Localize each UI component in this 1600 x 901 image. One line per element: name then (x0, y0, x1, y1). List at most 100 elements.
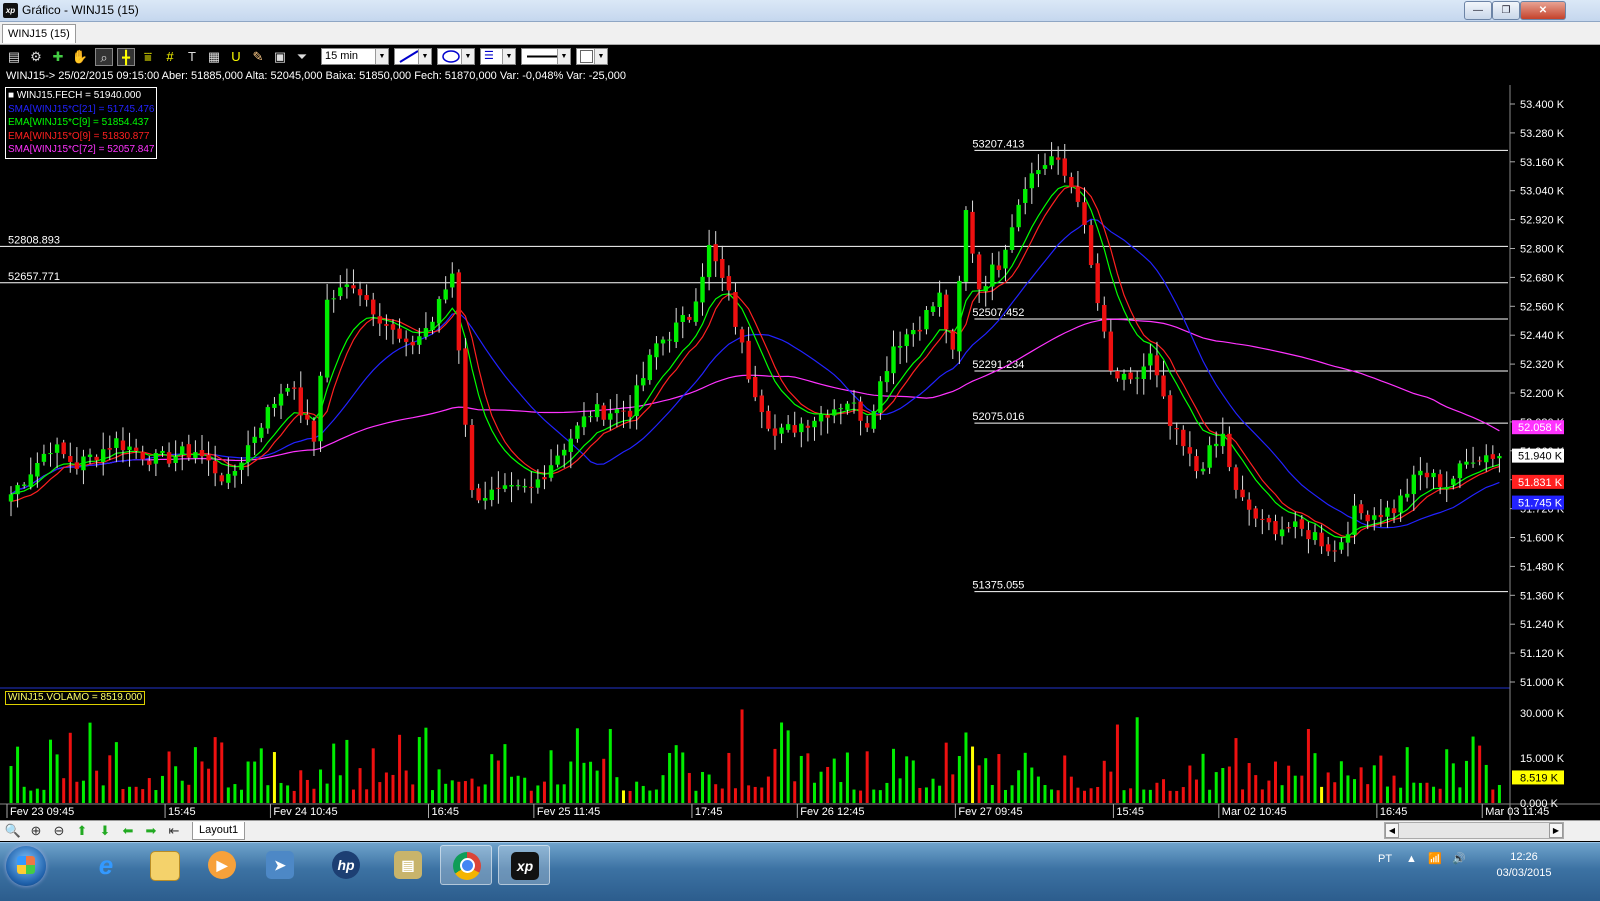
arrow-left-icon[interactable]: ⬅ (119, 822, 137, 840)
minimize-button[interactable]: — (1464, 1, 1492, 20)
volume-bar (971, 746, 975, 803)
zoom-out-icon[interactable]: ⊖ (50, 822, 68, 840)
price-tick-label: 52.320 K (1520, 359, 1565, 371)
horizontal-scrollbar[interactable]: ◀ ▶ (1384, 822, 1564, 839)
interval-select[interactable]: 15 min ▼ (321, 48, 389, 65)
horizontal-line-icon[interactable]: ⩸ (139, 48, 157, 66)
candle (1411, 474, 1416, 495)
line-width-select[interactable]: ▼ (521, 48, 571, 65)
volume-bar (641, 785, 645, 803)
candle (371, 299, 376, 315)
volume-bar (22, 786, 26, 803)
hand-pan-icon[interactable]: ✋ (71, 48, 89, 66)
color-select[interactable]: ▼ (576, 48, 608, 65)
candle (1273, 521, 1278, 535)
volume-bar (1043, 785, 1047, 803)
volume-bar (1333, 782, 1337, 803)
candle (680, 315, 685, 322)
brush-icon[interactable]: ✎ (249, 48, 267, 66)
time-tick-label: Fev 27 09:45 (958, 806, 1022, 818)
taskbar-archive-app[interactable]: ▤ (382, 845, 434, 885)
candle (298, 387, 303, 416)
scroll-right-icon[interactable]: ▶ (1549, 823, 1563, 838)
layout-tab[interactable]: Layout1 (192, 822, 246, 840)
zoom-in-icon[interactable]: ⊕ (27, 822, 45, 840)
maximize-button[interactable]: ❐ (1492, 1, 1520, 20)
level-label: 53207.413 (972, 138, 1024, 150)
text-tool-icon[interactable]: T (183, 48, 201, 66)
volume-bar (1458, 787, 1462, 803)
line-tool-select[interactable]: ▼ (394, 48, 432, 65)
zoom-glass-icon[interactable]: 🔍 (4, 822, 22, 840)
candle (647, 354, 653, 381)
taskbar-xp-investimentos[interactable]: xp (498, 845, 550, 885)
candle (542, 477, 547, 480)
candle (976, 254, 982, 290)
filter-icon[interactable]: ⏷ (293, 48, 311, 66)
shape-tool-select[interactable]: ▼ (437, 48, 475, 65)
volume-legend: WINJ15.VOLAMO = 8519.000 (5, 691, 146, 705)
candle (1385, 507, 1390, 517)
chart-type-icon[interactable]: ▤ (5, 48, 23, 66)
candle (1484, 455, 1489, 463)
volume-bar (589, 761, 593, 803)
volume-bar (1280, 785, 1284, 803)
taskbar-network-app[interactable]: ➤ (254, 845, 306, 885)
zoom-icon[interactable]: ⌕ (95, 48, 113, 66)
candle (74, 462, 80, 469)
candle (509, 485, 514, 487)
candle (1088, 225, 1094, 266)
cursor-cross-icon[interactable]: ╋ (117, 48, 135, 66)
arrow-left-end-icon[interactable]: ⇤ (165, 822, 183, 840)
volume-bar (1076, 787, 1080, 803)
magnet-icon[interactable]: U (227, 48, 245, 66)
price-chart[interactable]: 53207.41352808.89352657.77152507.4525229… (0, 85, 1600, 820)
network-signal-icon[interactable]: 📶 (1428, 852, 1442, 865)
grid-icon[interactable]: # (161, 48, 179, 66)
candle (114, 438, 119, 448)
candle (1009, 227, 1015, 250)
volume-bar (951, 774, 955, 803)
volume-bar (536, 785, 540, 803)
start-button[interactable] (6, 846, 46, 886)
arrow-down-icon[interactable]: ⬇ (96, 822, 114, 840)
show-hidden-icons-icon[interactable]: ▲ (1406, 853, 1417, 865)
scroll-left-icon[interactable]: ◀ (1385, 823, 1399, 838)
volume-icon[interactable]: 🔊 (1452, 852, 1466, 865)
volume-bar (75, 781, 79, 803)
calculator-icon[interactable]: ▦ (205, 48, 223, 66)
volume-bar (496, 760, 500, 803)
taskbar-file-explorer[interactable] (138, 845, 190, 885)
close-button[interactable]: ✕ (1520, 1, 1566, 20)
arrow-up-icon[interactable]: ⬆ (73, 822, 91, 840)
volume-bar (266, 785, 270, 803)
price-tick-label: 51.240 K (1520, 619, 1565, 631)
hp-logo-icon: hp (332, 851, 360, 879)
volume-bar (1372, 765, 1376, 803)
window-title-bar: xp Gráfico - WINJ15 (15) — ❐ ✕ (0, 0, 1600, 22)
taskbar-media-player[interactable]: ▶ (196, 845, 248, 885)
line-style-select[interactable]: ☰ ▼ (480, 48, 516, 65)
candle (1286, 527, 1291, 529)
volume-bar (417, 737, 421, 803)
clipboard-icon[interactable]: ▣ (271, 48, 289, 66)
taskbar-internet-explorer[interactable]: e (80, 845, 132, 885)
candle (871, 411, 876, 429)
volume-tick-label: 15.000 K (1520, 753, 1565, 765)
taskbar-hp-app[interactable]: hp (320, 845, 372, 885)
candle (667, 339, 672, 341)
language-indicator[interactable]: PT (1378, 853, 1392, 865)
crosshair-icon[interactable]: ✚ (49, 48, 67, 66)
arrow-right-icon[interactable]: ➡ (142, 822, 160, 840)
volume-bar (661, 775, 665, 803)
candle (996, 265, 1002, 270)
document-tab-bar: WINJ15 (15) (0, 22, 1600, 45)
system-clock[interactable]: 12:26 03/03/2015 (1488, 849, 1560, 881)
volume-bar (516, 775, 520, 803)
clock-time: 12:26 (1510, 851, 1538, 863)
settings-gear-icon[interactable]: ⚙ (27, 48, 45, 66)
candle (779, 427, 784, 434)
taskbar-chrome[interactable] (440, 845, 492, 885)
volume-bar (977, 765, 981, 803)
tab-winj15[interactable]: WINJ15 (15) (2, 24, 76, 43)
